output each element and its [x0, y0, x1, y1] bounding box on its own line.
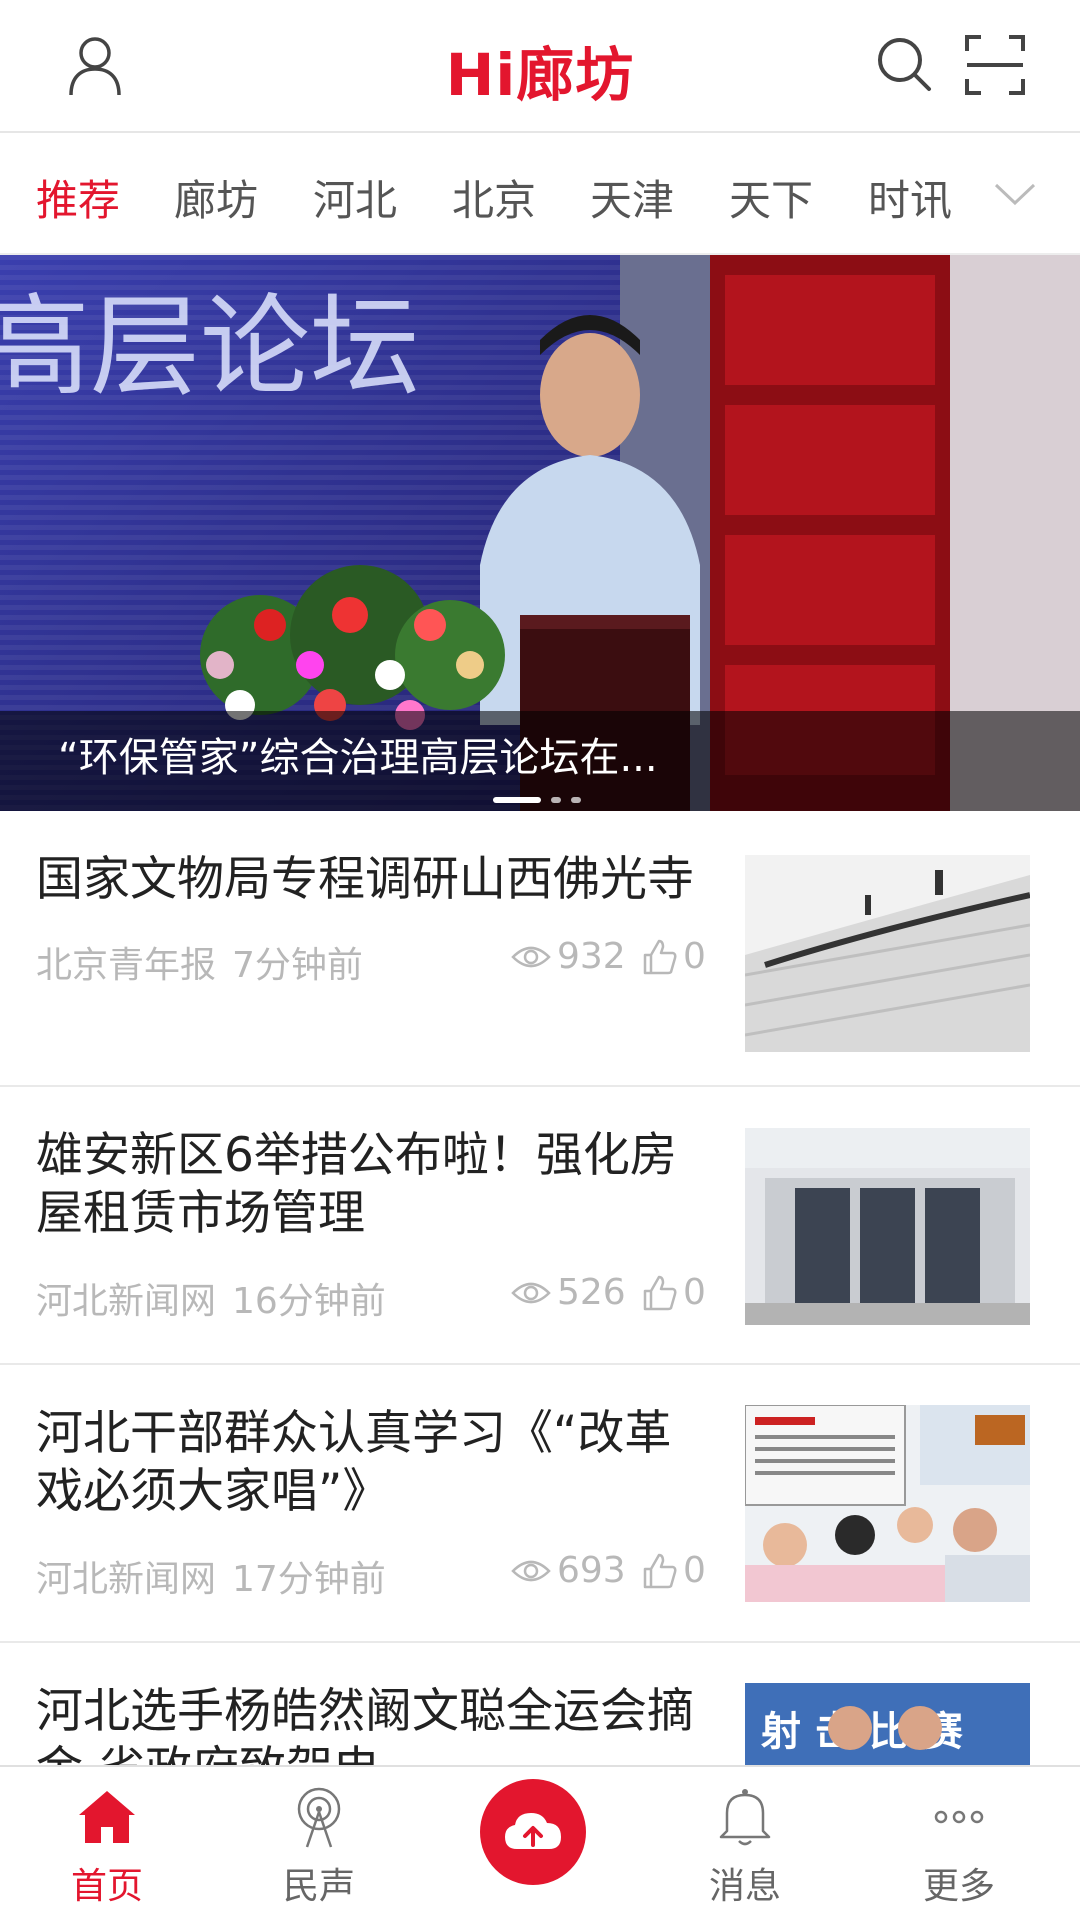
tab-recommend[interactable]: 推荐 — [36, 167, 120, 228]
nav-voice-label: 民声 — [282, 1866, 355, 1907]
thumbs-up-icon — [643, 1553, 677, 1588]
view-count-value: 932 — [557, 936, 626, 977]
nav-messages[interactable]: 消息 — [680, 1785, 810, 1909]
news-item[interactable]: 河北干部群众认真学习《“改革戏必须大家唱”》 河北新闻网 17分钟前 693 0 — [0, 1365, 1080, 1643]
nav-more-label: 更多 — [922, 1866, 995, 1907]
carousel-dot[interactable] — [493, 797, 541, 803]
news-thumbnail[interactable] — [745, 855, 1030, 1052]
news-time: 16分钟前 — [232, 1281, 386, 1322]
app-header: Hi廊坊 — [0, 0, 1080, 133]
search-icon[interactable] — [870, 30, 940, 100]
like-button[interactable]: 0 — [641, 936, 706, 977]
like-button[interactable]: 0 — [641, 1272, 706, 1313]
eye-icon — [511, 946, 551, 967]
like-count: 0 — [683, 1550, 706, 1591]
news-meta: 北京青年报 7分钟前 932 0 — [36, 936, 716, 986]
view-count: 932 — [511, 936, 626, 977]
like-button[interactable]: 0 — [641, 1550, 706, 1591]
nav-home[interactable]: 首页 — [42, 1785, 172, 1909]
news-thumbnail[interactable] — [745, 1405, 1030, 1602]
tab-world[interactable]: 天下 — [729, 167, 813, 228]
nav-voice[interactable]: 民声 — [254, 1785, 384, 1909]
nav-home-label: 首页 — [70, 1866, 143, 1907]
news-title[interactable]: 雄安新区6举措公布啦！强化房屋租赁市场管理 — [36, 1127, 716, 1243]
tab-tianjin[interactable]: 天津 — [590, 167, 674, 228]
like-count: 0 — [683, 936, 706, 977]
scan-icon[interactable] — [960, 30, 1030, 100]
view-count: 526 — [511, 1272, 626, 1313]
tab-hebei[interactable]: 河北 — [313, 167, 397, 228]
broadcast-icon — [297, 1787, 341, 1848]
news-title[interactable]: 河北干部群众认真学习《“改革戏必须大家唱”》 — [36, 1405, 716, 1521]
thumbs-up-icon — [643, 939, 677, 974]
nav-messages-label: 消息 — [708, 1866, 781, 1907]
tab-news-flash[interactable]: 时讯 — [868, 167, 952, 228]
carousel-dot[interactable] — [551, 797, 561, 803]
upload-button[interactable] — [480, 1779, 586, 1885]
news-time: 7分钟前 — [232, 945, 363, 986]
view-count: 693 — [511, 1550, 626, 1591]
eye-icon — [511, 1560, 551, 1581]
bell-icon — [719, 1789, 771, 1846]
news-meta: 河北新闻网 17分钟前 693 0 — [36, 1550, 716, 1600]
news-time: 17分钟前 — [232, 1559, 386, 1600]
more-icon — [934, 1810, 984, 1824]
view-count-value: 693 — [557, 1550, 626, 1591]
thumbs-up-icon — [643, 1275, 677, 1310]
news-meta: 河北新闻网 16分钟前 526 0 — [36, 1272, 716, 1322]
home-icon — [79, 1791, 135, 1843]
news-item[interactable]: 国家文物局专程调研山西佛光寺 北京青年报 7分钟前 932 0 — [0, 811, 1080, 1087]
news-title[interactable]: 河北选手杨皓然阚文聪全运会摘金 省政府致贺电 — [36, 1683, 716, 1765]
nav-more[interactable]: 更多 — [894, 1785, 1024, 1909]
news-thumbnail[interactable] — [745, 1128, 1030, 1325]
carousel-indicator — [493, 797, 581, 803]
banner-carousel[interactable]: 高层论坛 “环保管家”综合治理高层论坛在... — [0, 255, 1080, 811]
thumbnail-people — [828, 1706, 942, 1750]
eye-icon — [511, 1282, 551, 1303]
banner-caption: “环保管家”综合治理高层论坛在... — [58, 735, 658, 781]
news-item[interactable]: 雄安新区6举措公布啦！强化房屋租赁市场管理 河北新闻网 16分钟前 526 0 — [0, 1087, 1080, 1365]
bottom-nav: 首页 民声 消息 更多 — [0, 1765, 1080, 1920]
news-source: 北京青年报 — [36, 945, 217, 986]
news-source: 河北新闻网 — [36, 1559, 217, 1600]
like-count: 0 — [683, 1272, 706, 1313]
banner-backdrop-text: 高层论坛 — [0, 283, 420, 411]
news-title[interactable]: 国家文物局专程调研山西佛光寺 — [36, 851, 716, 909]
chevron-down-icon[interactable] — [990, 169, 1040, 219]
carousel-dot[interactable] — [571, 797, 581, 803]
tab-beijing[interactable]: 北京 — [452, 167, 536, 228]
news-source: 河北新闻网 — [36, 1281, 217, 1322]
news-thumbnail[interactable]: 射 击 比 赛 — [745, 1683, 1030, 1765]
category-tabs: 推荐 廊坊 河北 北京 天津 天下 时讯 — [0, 133, 1080, 255]
view-count-value: 526 — [557, 1272, 626, 1313]
tab-langfang[interactable]: 廊坊 — [174, 167, 258, 228]
cloud-upload-icon — [505, 1813, 561, 1849]
news-item[interactable]: 河北选手杨皓然阚文聪全运会摘金 省政府致贺电 射 击 比 赛 — [0, 1643, 1080, 1765]
